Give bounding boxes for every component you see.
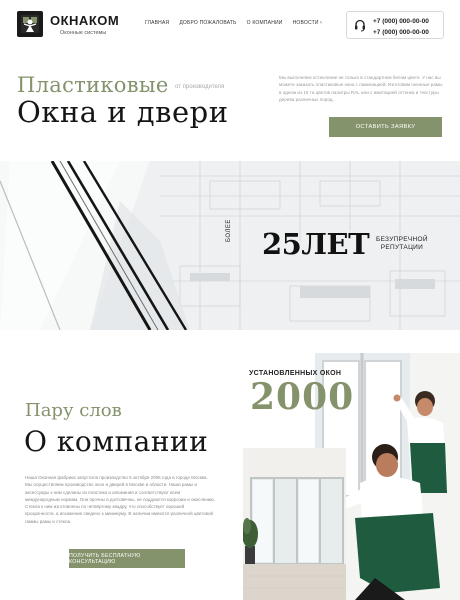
about-description: Наша Оконная фабрика запустила производс… xyxy=(25,475,215,524)
consultation-button[interactable]: ПОЛУЧИТЬ БЕСПЛАТНУЮ КОНСУЛЬТАЦИЮ xyxy=(69,549,185,568)
order-button[interactable]: ОСТАВИТЬ ЗАЯВКУ xyxy=(329,117,442,137)
contact-box: +7 (000) 000-00-00 +7 (000) 000-00-00 xyxy=(346,11,444,39)
years-note: БЕЗУПРЕЧНОЙ РЕПУТАЦИИ xyxy=(376,236,428,252)
hero-description: Мы выполняем остекление не только в стан… xyxy=(279,75,443,103)
logo-icon[interactable] xyxy=(17,11,43,37)
nav-item-news[interactable]: НОВОСТИ xyxy=(293,20,319,26)
installed-number: 2000 xyxy=(250,376,355,418)
header: ОКНАКОМ Оконные системы ГЛАВНАЯ ДОБРО ПО… xyxy=(0,0,460,50)
hero-title-line1: Пластиковые xyxy=(17,73,169,97)
phone-2[interactable]: +7 (000) 000-00-00 xyxy=(373,27,429,38)
about-title-line1: Пару слов xyxy=(25,400,122,421)
nav-item-home[interactable]: ГЛАВНАЯ xyxy=(145,20,169,26)
hero-title-line2: Окна и двери xyxy=(17,95,229,129)
main-nav: ГЛАВНАЯ ДОБРО ПОЖАЛОВАТЬ О КОМПАНИИ НОВО… xyxy=(145,20,319,26)
nav-more-icon[interactable]: ‹ xyxy=(320,20,322,26)
years-note-line2: РЕПУТАЦИИ xyxy=(380,244,424,251)
brand-tagline: Оконные системы xyxy=(60,30,107,36)
nav-item-welcome[interactable]: ДОБРО ПОЖАЛОВАТЬ xyxy=(179,20,236,26)
headset-icon xyxy=(355,19,365,32)
years-note-line1: БЕЗУПРЕЧНОЙ xyxy=(376,236,428,243)
about-title-line2: О компании xyxy=(24,425,209,458)
years-number: 25ЛЕТ xyxy=(262,227,370,261)
hero-subtitle: от производителя xyxy=(175,84,225,90)
phone-1[interactable]: +7 (000) 000-00-00 xyxy=(373,16,429,27)
years-prefix: БОЛЕЕ xyxy=(226,219,232,242)
brand-name[interactable]: ОКНАКОМ xyxy=(50,13,119,28)
phone-numbers: +7 (000) 000-00-00 +7 (000) 000-00-00 xyxy=(373,16,429,38)
interior-photo xyxy=(243,448,346,600)
nav-item-about[interactable]: О КОМПАНИИ xyxy=(247,20,283,26)
